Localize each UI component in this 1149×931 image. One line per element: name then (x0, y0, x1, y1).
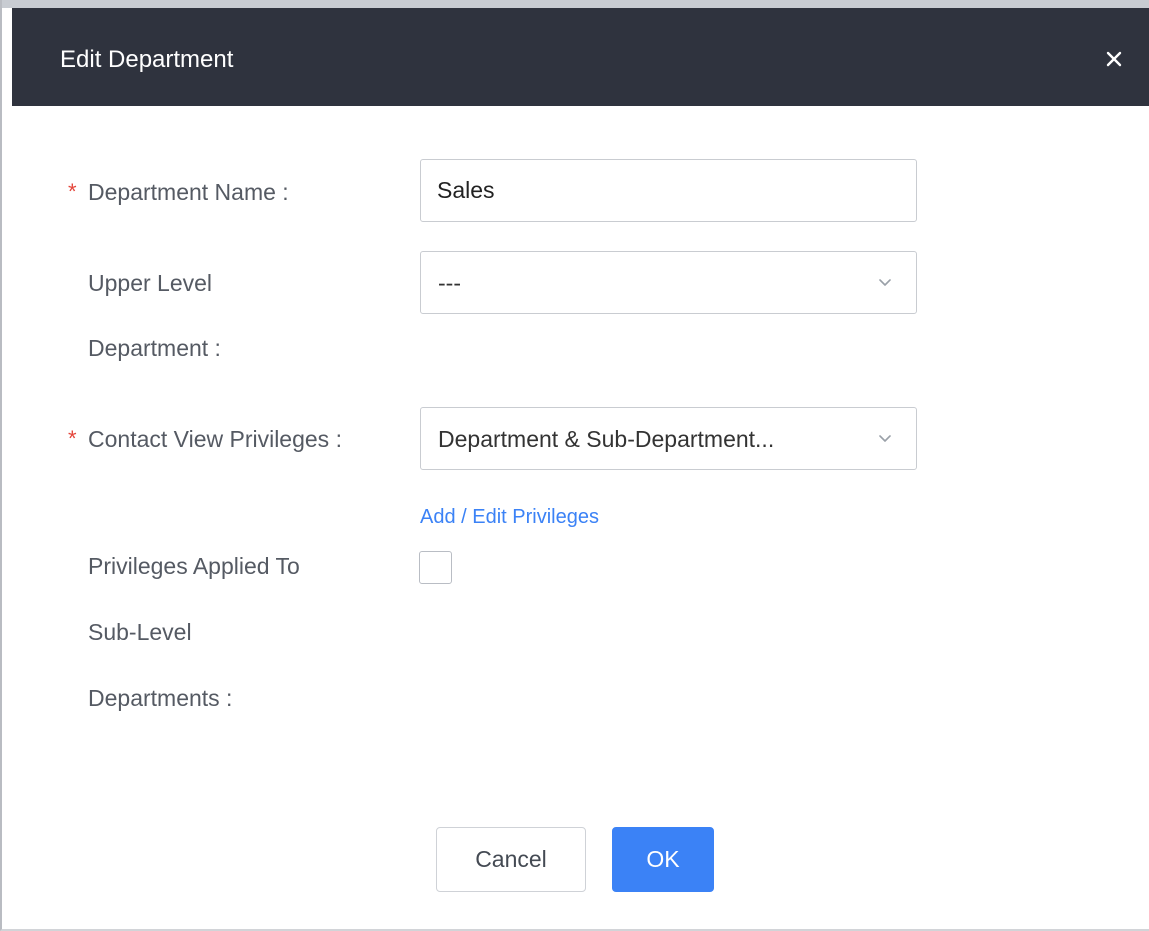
department-name-input[interactable] (420, 159, 917, 222)
upper-level-department-value: --- (438, 270, 461, 296)
close-button[interactable] (1099, 44, 1129, 74)
upper-level-department-label-line2: Department : (88, 335, 221, 361)
add-edit-privileges-link[interactable]: Add / Edit Privileges (420, 503, 599, 531)
upper-level-department-label-line1: Upper Level (88, 270, 213, 296)
ok-button[interactable]: OK (612, 827, 714, 892)
edit-department-dialog: Edit Department * Department Name : Uppe… (0, 0, 1149, 931)
cancel-button[interactable]: Cancel (436, 827, 586, 892)
department-name-label: Department Name : (88, 179, 289, 205)
contact-view-privileges-select[interactable]: Department & Sub-Department... (420, 407, 917, 470)
close-icon (1106, 51, 1122, 67)
required-asterisk: * (68, 179, 77, 204)
dialog-title: Edit Department (60, 46, 234, 73)
privileges-applied-label-line1: Privileges Applied To (88, 553, 300, 579)
contact-view-privileges-label: Contact View Privileges : (88, 426, 342, 452)
required-asterisk: * (68, 426, 77, 451)
privileges-applied-label-line2: Sub-Level (88, 619, 192, 645)
privileges-applied-checkbox[interactable] (419, 551, 452, 584)
contact-view-privileges-value: Department & Sub-Department... (438, 426, 775, 452)
upper-level-department-select[interactable]: --- (420, 251, 917, 314)
dialog-header: Edit Department (12, 8, 1149, 106)
chevron-down-icon (879, 279, 891, 286)
privileges-applied-label-line3: Departments : (88, 685, 233, 711)
chevron-down-icon (879, 435, 891, 442)
